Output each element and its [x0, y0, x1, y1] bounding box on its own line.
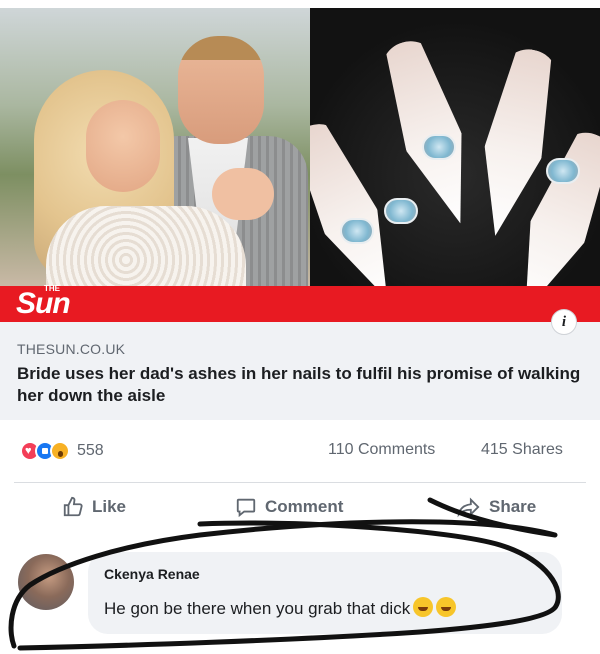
groom-hand [212, 168, 274, 220]
comment-label: Comment [265, 497, 344, 516]
nail-gem [422, 134, 456, 160]
laughing-emoji-icon [436, 597, 457, 617]
avatar[interactable] [18, 554, 74, 610]
bride-dress [46, 206, 246, 286]
comment-icon [236, 498, 256, 518]
share-label: Share [489, 497, 537, 516]
laughing-emoji-icon [413, 597, 434, 617]
wow-icon [50, 441, 70, 461]
commenter-name[interactable]: Ckenya Renae [104, 566, 200, 582]
link-headline[interactable]: Bride uses her dad's ashes in her nails … [17, 363, 592, 407]
bride-face [86, 100, 160, 192]
comment: Ckenya Renae He gon be there when you gr… [0, 540, 600, 654]
bride-and-groom-photo [0, 8, 310, 286]
like-label: Like [92, 497, 127, 516]
decorated-nails-photo [310, 8, 600, 286]
comment-body: He gon be there when you grab that dick [104, 599, 411, 618]
sun-logo: THE Sun [16, 284, 71, 320]
info-icon[interactable]: i [551, 309, 577, 335]
post-actions: Like Comment Share [0, 488, 600, 530]
facebook-post-card: THE Sun THESUN.CO.UK Bride uses her dad's… [0, 0, 600, 654]
post-stats: 558 110 Comments 415 Shares [0, 420, 600, 482]
reaction-count: 558 [77, 442, 104, 459]
nail-gem [546, 158, 580, 184]
comment-button[interactable]: Comment [235, 496, 343, 518]
comment-text: He gon be there when you grab that dick [104, 597, 457, 619]
shares-count[interactable]: 415 Shares [481, 441, 563, 459]
groom-head [178, 36, 264, 144]
link-preview[interactable]: THESUN.CO.UK Bride uses her dad's ashes … [0, 322, 600, 420]
nail-gem [384, 198, 418, 224]
share-button[interactable]: Share [457, 496, 536, 518]
comment-bubble: Ckenya Renae He gon be there when you gr… [88, 552, 562, 634]
reactions-summary[interactable]: 558 [20, 440, 104, 462]
thumbs-up-icon [63, 496, 83, 517]
post-image[interactable] [0, 8, 600, 286]
link-source: THESUN.CO.UK [17, 341, 126, 357]
divider [14, 482, 586, 483]
share-icon [457, 497, 480, 518]
nail-gem [340, 218, 374, 244]
publisher-banner: THE Sun [0, 284, 600, 322]
comments-count[interactable]: 110 Comments [328, 441, 435, 459]
like-button[interactable]: Like [62, 496, 126, 518]
